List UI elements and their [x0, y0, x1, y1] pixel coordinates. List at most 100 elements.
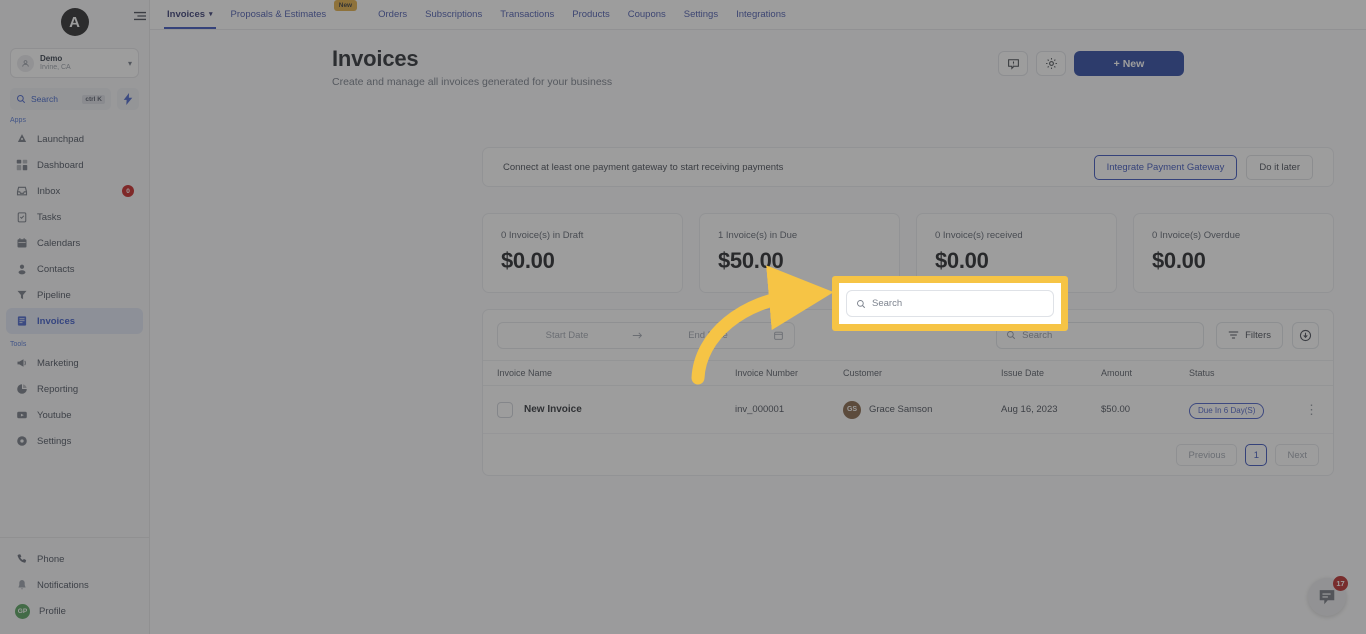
sidebar-item-phone[interactable]: Phone — [6, 546, 143, 572]
sidebar-item-invoices[interactable]: Invoices — [6, 308, 143, 334]
tab-coupons[interactable]: Coupons — [619, 0, 675, 29]
sidebar-label: Launchpad — [37, 133, 85, 145]
gateway-message: Connect at least one payment gateway to … — [503, 161, 784, 173]
top-nav-tabs: Invoices ▾ Proposals & Estimates New Ord… — [150, 0, 795, 29]
settings-button[interactable] — [1036, 51, 1066, 76]
video-icon — [15, 409, 28, 422]
column-header-status: Status — [1189, 368, 1215, 378]
sidebar-search-input[interactable]: Search ctrl K — [10, 88, 111, 110]
pagination: Previous 1 Next — [483, 434, 1333, 475]
tab-invoices[interactable]: Invoices ▾ — [158, 0, 222, 29]
tab-proposals-estimates[interactable]: Proposals & Estimates New — [222, 0, 358, 29]
feedback-button[interactable] — [998, 51, 1028, 76]
clipboard-icon — [15, 211, 28, 224]
app-logo[interactable]: A — [0, 0, 149, 44]
rocket-icon — [15, 133, 28, 146]
next-page-button[interactable]: Next — [1275, 444, 1319, 466]
sidebar-item-settings[interactable]: Settings — [6, 428, 143, 454]
new-badge: New — [333, 0, 358, 11]
sidebar-item-tasks[interactable]: Tasks — [6, 204, 143, 230]
search-input[interactable]: Search — [996, 321, 1205, 349]
tab-label: Subscriptions — [425, 8, 483, 20]
chat-widget-button[interactable]: 17 — [1308, 576, 1348, 616]
account-switcher[interactable]: Demo Irvine, CA ▾ — [10, 48, 139, 78]
sidebar-collapse-icon[interactable] — [133, 9, 147, 21]
tab-integrations[interactable]: Integrations — [727, 0, 795, 29]
bolt-icon — [123, 93, 133, 105]
chat-bubble-icon — [1319, 590, 1335, 605]
sidebar-apps-nav: Launchpad Dashboard Inbox 0 Tasks Calend… — [0, 126, 149, 334]
arrow-right-icon — [632, 331, 643, 339]
page-title: Invoices — [332, 46, 419, 71]
do-it-later-button[interactable]: Do it later — [1246, 154, 1313, 180]
sidebar-item-contacts[interactable]: Contacts — [6, 256, 143, 282]
tab-transactions[interactable]: Transactions — [491, 0, 563, 29]
search-icon — [17, 95, 26, 104]
sidebar-item-youtube[interactable]: Youtube — [6, 402, 143, 428]
avatar: GP — [15, 603, 30, 619]
page-number-1[interactable]: 1 — [1245, 444, 1268, 466]
page-subtitle: Create and manage all invoices generated… — [332, 76, 613, 88]
tab-products[interactable]: Products — [563, 0, 619, 29]
column-header-invoice-number: Invoice Number — [735, 368, 799, 378]
previous-page-button[interactable]: Previous — [1176, 444, 1238, 466]
tab-settings[interactable]: Settings — [675, 0, 727, 29]
sidebar-search-row: Search ctrl K — [0, 78, 149, 110]
account-text: Demo Irvine, CA — [40, 54, 122, 71]
tab-label: Transactions — [500, 8, 555, 20]
quick-actions-button[interactable] — [117, 88, 139, 110]
download-icon — [1299, 329, 1312, 341]
stat-label: 1 Invoice(s) in Due — [718, 230, 798, 241]
filters-label: Filters — [1245, 329, 1271, 341]
megaphone-icon — [15, 357, 28, 370]
calendar-icon — [15, 237, 28, 250]
tab-subscriptions[interactable]: Subscriptions — [416, 0, 491, 29]
inbox-icon — [15, 185, 28, 198]
stat-label: 0 Invoice(s) received — [935, 230, 1023, 241]
tab-label: Proposals & Estimates — [230, 8, 327, 20]
chevron-down-icon: ▾ — [209, 11, 213, 18]
invoice-name-text: New Invoice — [524, 404, 582, 415]
row-checkbox[interactable] — [497, 401, 513, 418]
status-badge: Due In 6 Day(S) — [1189, 402, 1265, 419]
download-button[interactable] — [1292, 321, 1319, 349]
sidebar-label: Calendars — [37, 237, 81, 249]
filters-button[interactable]: Filters — [1216, 321, 1283, 349]
date-range-picker[interactable]: Start Date End Date — [497, 321, 795, 349]
gear-icon — [1045, 58, 1057, 69]
search-shortcut-badge: ctrl K — [82, 94, 105, 104]
sidebar-item-dashboard[interactable]: Dashboard — [6, 152, 143, 178]
logo-letter: A — [60, 8, 89, 36]
sidebar-item-marketing[interactable]: Marketing — [6, 350, 143, 376]
table-row[interactable]: New Invoice inv_000001 GS Grace Samson A… — [483, 386, 1333, 434]
sidebar-label: Inbox — [37, 185, 61, 197]
sidebar-label: Pipeline — [37, 289, 71, 301]
sidebar-item-inbox[interactable]: Inbox 0 — [6, 178, 143, 204]
sidebar-label: Settings — [37, 435, 72, 447]
receipt-icon — [15, 315, 28, 328]
tab-label: Orders — [378, 8, 408, 20]
start-date-input[interactable]: Start Date — [508, 330, 626, 341]
sidebar-item-notifications[interactable]: Notifications — [6, 572, 143, 598]
integrate-payment-gateway-button[interactable]: Integrate Payment Gateway — [1093, 154, 1238, 180]
sidebar-item-profile[interactable]: GP Profile — [6, 598, 143, 624]
search-placeholder: Search — [1022, 329, 1053, 341]
sidebar-item-reporting[interactable]: Reporting — [6, 376, 143, 402]
stat-value: $0.00 — [501, 248, 555, 273]
sidebar-item-calendars[interactable]: Calendars — [6, 230, 143, 256]
app-root: A Demo Irvine, CA ▾ Search ctrl K Apps L… — [0, 0, 1366, 634]
table-toolbar: Start Date End Date Search Filters — [483, 310, 1333, 360]
sidebar-item-pipeline[interactable]: Pipeline — [6, 282, 143, 308]
sidebar-label: Reporting — [37, 383, 79, 395]
new-invoice-button[interactable]: + New — [1074, 51, 1184, 76]
phone-icon — [15, 553, 28, 566]
tab-label: Invoices — [167, 8, 206, 20]
end-date-input[interactable]: End Date — [649, 330, 767, 341]
column-header-customer: Customer — [843, 368, 883, 378]
top-navigation: Invoices ▾ Proposals & Estimates New Ord… — [134, 0, 1366, 30]
sidebar-bottom: Phone Notifications GP Profile — [0, 537, 149, 634]
sidebar-item-launchpad[interactable]: Launchpad — [6, 126, 143, 152]
row-menu-button[interactable]: ⋮ — [1305, 402, 1319, 417]
tab-orders[interactable]: Orders — [369, 0, 416, 29]
sidebar-label: Notifications — [37, 579, 89, 591]
